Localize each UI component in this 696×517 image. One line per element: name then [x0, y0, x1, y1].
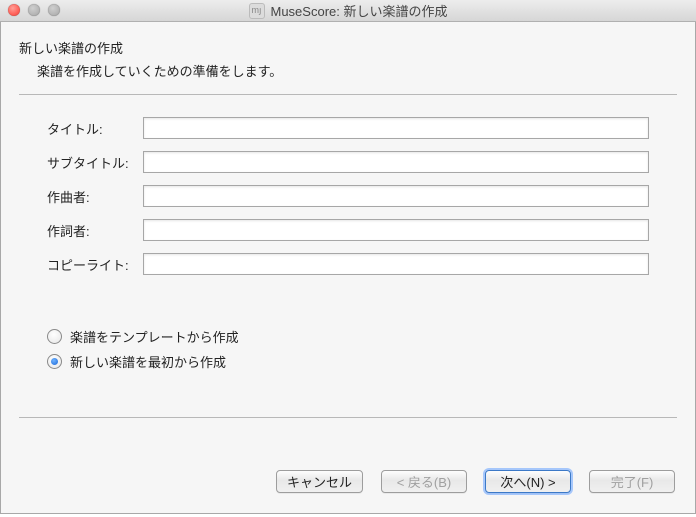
row-lyricist: 作詞者:: [47, 219, 649, 241]
window-title: MuseScore: 新しい楽譜の作成: [271, 1, 448, 20]
radio-icon: [47, 354, 62, 369]
back-button[interactable]: < 戻る(B): [381, 470, 467, 493]
label-copyright-text: コピーライト: [47, 258, 125, 273]
zoom-icon[interactable]: [48, 4, 60, 16]
label-subtitle: サブタイトル:: [47, 153, 143, 172]
label-lyricist: 作詞者:: [47, 221, 143, 240]
radio-icon: [47, 329, 62, 344]
app-icon: mյ: [249, 3, 265, 19]
next-button[interactable]: 次へ(N) >: [485, 470, 571, 493]
divider-bottom: [19, 417, 677, 418]
radio-from-scratch-label: 新しい楽譜を最初から作成: [70, 352, 226, 371]
wizard-buttons: キャンセル < 戻る(B) 次へ(N) > 完了(F): [276, 470, 675, 493]
divider-top: [19, 94, 677, 95]
label-title-text: タイトル: [47, 122, 99, 137]
window-controls: [8, 4, 60, 16]
page-heading: 新しい楽譜の作成: [19, 38, 677, 57]
row-composer: 作曲者:: [47, 185, 649, 207]
cancel-button[interactable]: キャンセル: [276, 470, 363, 493]
composer-input[interactable]: [143, 185, 649, 207]
row-title: タイトル:: [47, 117, 649, 139]
label-copyright: コピーライト:: [47, 255, 143, 274]
radio-from-scratch[interactable]: 新しい楽譜を最初から作成: [47, 352, 677, 371]
minimize-icon[interactable]: [28, 4, 40, 16]
label-title: タイトル:: [47, 119, 143, 138]
title-input[interactable]: [143, 117, 649, 139]
copyright-input[interactable]: [143, 253, 649, 275]
lyricist-input[interactable]: [143, 219, 649, 241]
label-composer: 作曲者:: [47, 187, 143, 206]
label-subtitle-text: サブタイトル: [47, 156, 125, 171]
row-copyright: コピーライト:: [47, 253, 649, 275]
subtitle-input[interactable]: [143, 151, 649, 173]
creation-mode-group: 楽譜をテンプレートから作成 新しい楽譜を最初から作成: [19, 327, 677, 371]
window-title-wrap: mյ MuseScore: 新しい楽譜の作成: [0, 1, 696, 20]
label-lyricist-text: 作詞者: [47, 224, 86, 239]
row-subtitle: サブタイトル:: [47, 151, 649, 173]
close-icon[interactable]: [8, 4, 20, 16]
radio-from-template[interactable]: 楽譜をテンプレートから作成: [47, 327, 677, 346]
dialog-content: 新しい楽譜の作成 楽譜を作成していくための準備をします。 タイトル: サブタイト…: [0, 22, 696, 514]
score-info-form: タイトル: サブタイトル: 作曲者: 作詞者: コピーライト:: [19, 117, 677, 275]
finish-button[interactable]: 完了(F): [589, 470, 675, 493]
radio-from-template-label: 楽譜をテンプレートから作成: [70, 327, 239, 346]
page-subheading: 楽譜を作成していくための準備をします。: [37, 61, 677, 80]
label-composer-text: 作曲者: [47, 190, 86, 205]
titlebar: mյ MuseScore: 新しい楽譜の作成: [0, 0, 696, 22]
